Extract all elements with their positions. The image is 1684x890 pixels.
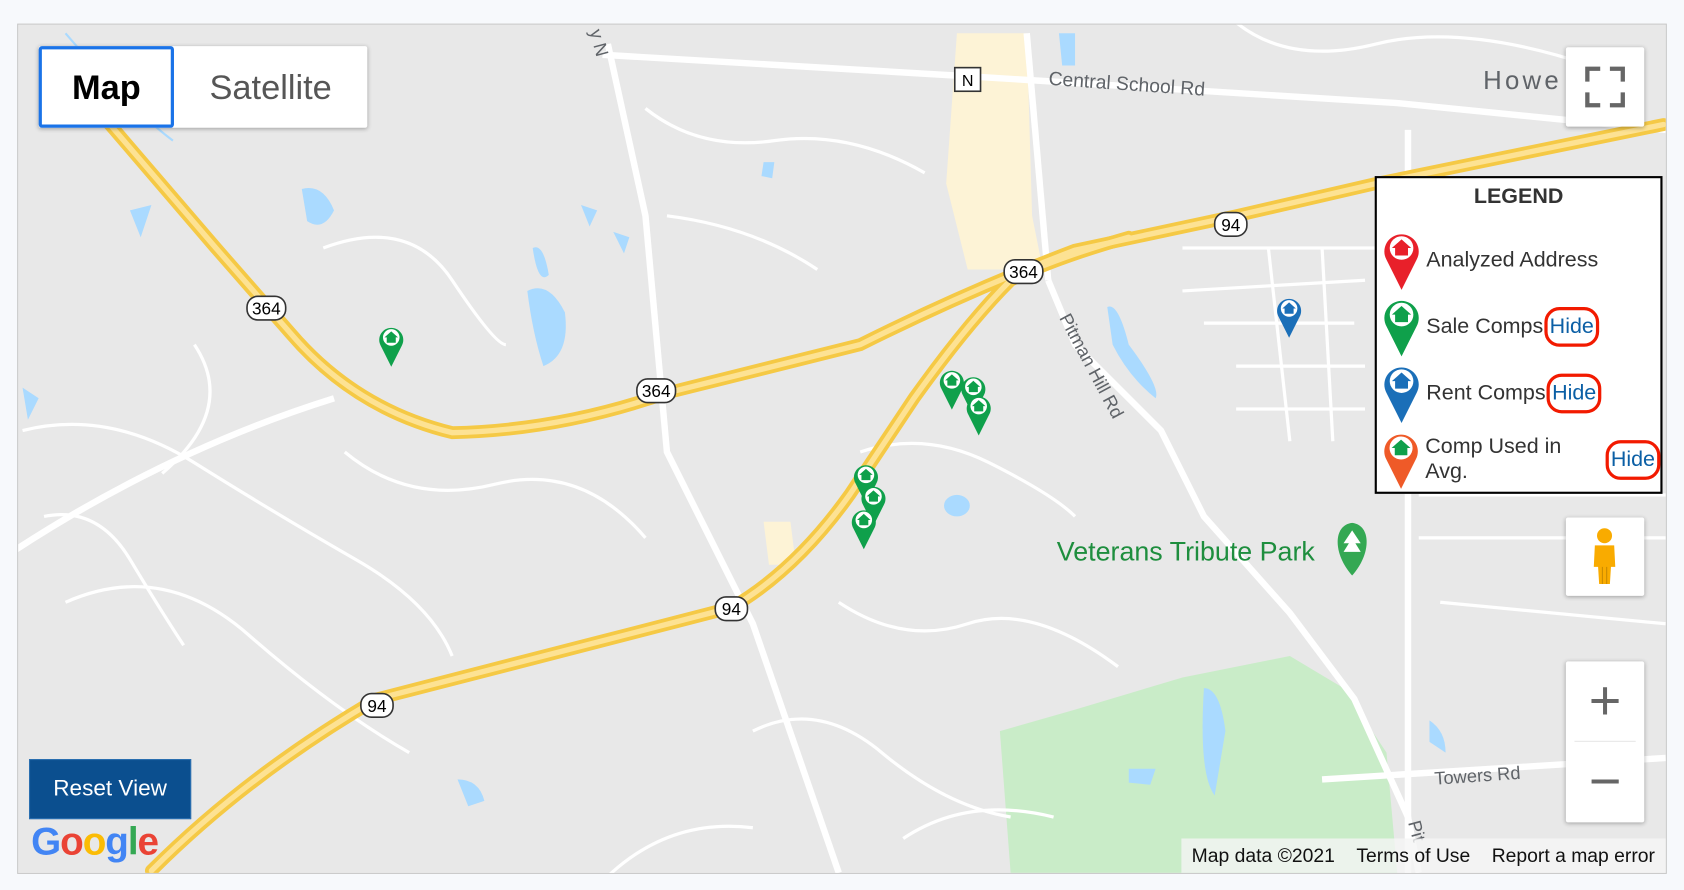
svg-text:364: 364	[642, 381, 671, 401]
legend-item: Sale Comps Hide	[1381, 294, 1600, 358]
svg-text:94: 94	[722, 599, 742, 619]
svg-text:94: 94	[1221, 215, 1241, 235]
legend-hide-link[interactable]: Hide	[1544, 306, 1600, 347]
zoom-out-button[interactable]: −	[1566, 742, 1644, 821]
map-type-map-button[interactable]: Map	[38, 46, 174, 128]
route-shield-n: N	[953, 66, 982, 93]
route-shield-364: 364	[246, 295, 287, 321]
terms-of-use-link[interactable]: Terms of Use	[1346, 844, 1481, 867]
legend-item: Comp Used in Avg. Hide	[1381, 427, 1661, 491]
label-howe: Howe	[1483, 67, 1562, 95]
fullscreen-icon	[1585, 66, 1625, 108]
svg-text:364: 364	[1009, 262, 1038, 282]
pegman-icon	[1593, 528, 1616, 585]
legend-panel: LEGEND Analyzed Address Sale Comps Hide R…	[1374, 176, 1663, 494]
fullscreen-button[interactable]	[1565, 47, 1645, 127]
route-shield-364: 364	[636, 378, 677, 404]
street-view-pegman-button[interactable]	[1565, 517, 1645, 596]
svg-text:364: 364	[252, 299, 281, 319]
legend-hide-link[interactable]: Hide	[1546, 373, 1602, 413]
route-shield-364: 364	[1003, 259, 1044, 285]
map-pin-icon	[1384, 300, 1419, 357]
legend-item-label: Sale Comps	[1426, 314, 1544, 338]
map-type-satellite-button[interactable]: Satellite	[174, 46, 367, 128]
route-shield-94: 94	[1213, 211, 1248, 237]
legend-hide-link[interactable]: Hide	[1605, 439, 1661, 480]
svg-text:94: 94	[367, 696, 387, 716]
legend-item-label: Rent Comps	[1426, 380, 1546, 405]
legend-item-label: Comp Used in Avg.	[1425, 434, 1562, 484]
report-map-error-link[interactable]: Report a map error	[1481, 844, 1666, 867]
route-shield-94: 94	[714, 596, 749, 622]
map-pin-icon	[1384, 234, 1419, 290]
map-pin-icon	[1384, 434, 1418, 489]
map-type-control: Map Satellite	[38, 46, 368, 128]
zoom-control: + −	[1565, 661, 1645, 823]
zoom-in-button[interactable]: +	[1566, 661, 1644, 740]
svg-text:N: N	[962, 72, 974, 90]
legend-title: LEGEND	[1473, 184, 1564, 209]
map-data-text: Map data ©2021	[1191, 844, 1335, 866]
attribution-bar: Map data ©2021 Terms of Use Report a map…	[1180, 838, 1666, 873]
route-shield-94: 94	[360, 692, 394, 718]
label-veterans-tribute-park: Veterans Tribute Park	[1057, 536, 1316, 566]
map-canvas[interactable]: 364 364 364 94 94 94 N Central School Rd	[17, 23, 1667, 874]
legend-item: Analyzed Address	[1381, 228, 1598, 292]
reset-view-button[interactable]: Reset View	[28, 759, 192, 820]
map-pin-icon	[1384, 367, 1419, 423]
legend-item-label: Analyzed Address	[1426, 247, 1599, 272]
google-logo: Google	[31, 819, 159, 864]
legend-item: Rent Comps Hide	[1381, 361, 1602, 425]
